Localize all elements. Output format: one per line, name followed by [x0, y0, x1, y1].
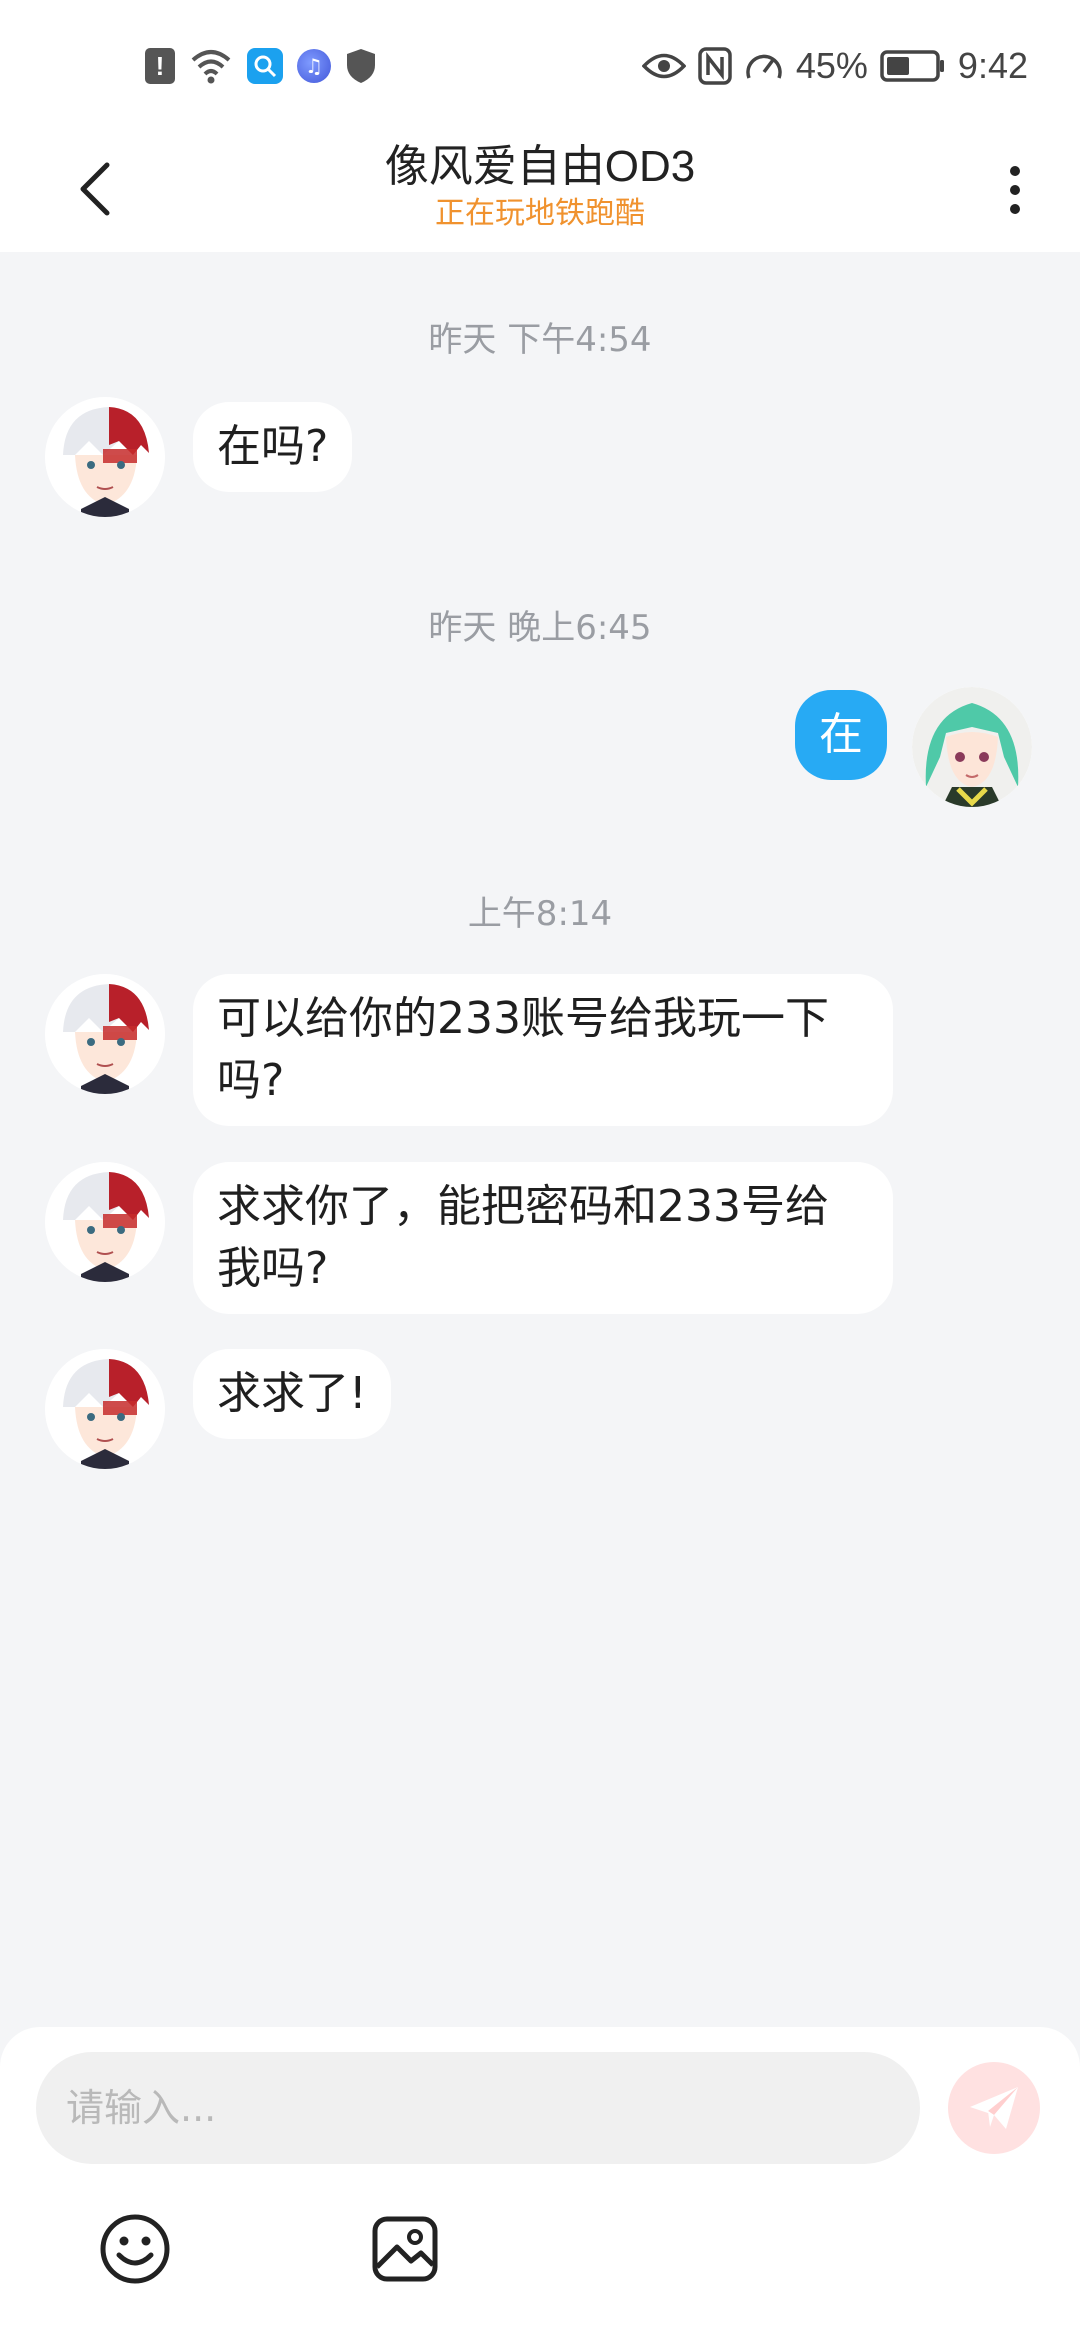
avatar[interactable] — [45, 1162, 165, 1282]
message-row: 求求你了，能把密码和233号给我吗? — [0, 1162, 1080, 1314]
message-input[interactable] — [36, 2052, 920, 2164]
message-bubble[interactable]: 求求你了，能把密码和233号给我吗? — [193, 1162, 893, 1314]
message-row: 求求了! — [0, 1349, 1080, 1479]
image-button[interactable] — [365, 2209, 445, 2289]
avatar-image — [45, 974, 165, 1094]
message-composer — [0, 2027, 1080, 2340]
self-avatar[interactable] — [912, 687, 1032, 807]
chat-screen: ! ♫ 45% 9:42 像风爱自由OD3 正在玩地铁跑酷 昨天 下午4:54 … — [0, 0, 1080, 2340]
message-row: 在吗? — [0, 397, 1080, 527]
message-bubble-self[interactable]: 在 — [795, 690, 887, 780]
avatar[interactable] — [45, 1349, 165, 1469]
avatar-image — [45, 1162, 165, 1282]
send-icon — [970, 2087, 1018, 2129]
battery-percent: 45% — [795, 45, 868, 86]
more-icon — [1010, 166, 1020, 176]
page-title: 像风爱自由OD3 — [384, 142, 696, 191]
speed-icon — [746, 54, 782, 79]
status-subtitle: 正在玩地铁跑酷 — [435, 196, 645, 231]
timestamp: 昨天 晚上6:45 — [428, 608, 652, 648]
timestamp: 昨天 下午4:54 — [428, 320, 652, 360]
self-avatar-image — [912, 687, 1032, 807]
avatar[interactable] — [45, 397, 165, 517]
eye-icon — [641, 53, 686, 79]
avatar[interactable] — [45, 974, 165, 1094]
nfc-icon — [698, 47, 732, 85]
image-icon — [372, 2216, 438, 2282]
wifi-icon — [191, 50, 231, 84]
more-icon-dot — [1010, 185, 1020, 195]
shield-icon — [347, 49, 375, 83]
battery-icon — [880, 50, 944, 82]
message-list[interactable]: 昨天 下午4:54 在吗? 昨天 晚上6:45 在 上午8:14 可以给你的23… — [0, 252, 1080, 2027]
send-button[interactable] — [948, 2062, 1040, 2154]
message-bubble[interactable]: 可以给你的233账号给我玩一下吗? — [193, 974, 893, 1126]
message-bubble[interactable]: 求求了! — [193, 1349, 391, 1439]
emoji-icon — [100, 2214, 170, 2284]
status-bar-system: 45% 9:42 — [641, 40, 1028, 92]
chat-header: 像风爱自由OD3 正在玩地铁跑酷 — [0, 130, 1080, 252]
message-bubble[interactable]: 在吗? — [193, 402, 353, 492]
search-app-icon — [247, 48, 283, 84]
more-button[interactable] — [990, 152, 1040, 228]
status-bar-notifications: ! ♫ — [145, 44, 377, 88]
timestamp: 上午8:14 — [467, 894, 613, 934]
message-row: 可以给你的233账号给我玩一下吗? — [0, 974, 1080, 1126]
status-bar: ! ♫ 45% 9:42 — [0, 0, 1080, 130]
alert-icon: ! — [145, 48, 175, 84]
music-app-icon: ♫ — [297, 49, 331, 83]
message-row-self: 在 — [0, 687, 1080, 817]
avatar-image — [45, 1349, 165, 1469]
avatar-image — [45, 397, 165, 517]
status-time: 9:42 — [957, 45, 1028, 86]
emoji-button[interactable] — [95, 2209, 175, 2289]
more-icon-dot — [1010, 204, 1020, 214]
